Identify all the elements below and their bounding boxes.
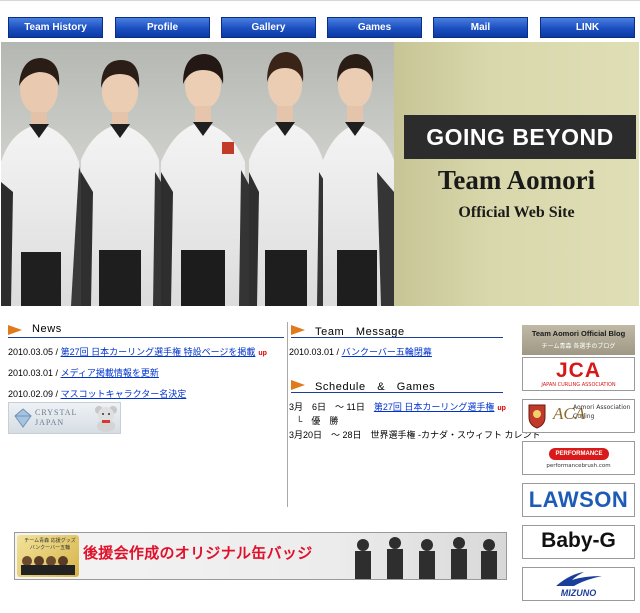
badge-thumbnail: チーム青森 応援グッズ バンクーバー五輪 xyxy=(17,535,79,577)
schedule-result: └ 優 勝 xyxy=(296,416,339,426)
going-beyond-box: GOING BEYOND xyxy=(404,115,636,159)
schedule-heading: Schedule & Games xyxy=(291,377,503,393)
up-badge: up xyxy=(258,350,267,357)
schedule-item: 3月 6日 ～ 11日 第27回 日本カーリング選手権 up xyxy=(289,402,506,412)
banner-headline: 後援会作成のオリジナル缶バッジ xyxy=(83,544,313,562)
jca-link[interactable]: JCA JAPAN CURLING ASSOCIATION xyxy=(522,357,635,391)
team-message-link[interactable]: バンクーバー五輪閉幕 xyxy=(342,347,432,357)
teddy-bear-icon xyxy=(95,406,117,432)
news-item: 2010.02.09 / マスコットキャラクター名決定 xyxy=(8,389,187,399)
babyg-link[interactable]: Baby-G xyxy=(522,525,635,559)
team-photo xyxy=(1,42,394,306)
can-badge-banner[interactable]: チーム青森 応援グッズ バンクーバー五輪 後援会作成のオリジナル缶バッジ xyxy=(14,532,507,580)
performance-link[interactable]: PERFORMANCE performancebrush.com xyxy=(522,441,635,475)
crystal-japan-banner[interactable]: CRYSTAL JAPAN xyxy=(8,402,121,434)
official-site-label: Official Web Site xyxy=(458,204,575,221)
team-message-heading: Team Message xyxy=(291,322,503,338)
mizuno-runbird-icon xyxy=(556,572,602,586)
up-badge: up xyxy=(497,405,506,412)
aca-crest-icon xyxy=(528,404,546,429)
news-item: 2010.03.01 / メディア掲載情報を更新 xyxy=(8,368,159,378)
team-message-item: 2010.03.01 / バンクーバー五輪閉幕 xyxy=(289,347,432,357)
going-beyond-text: GOING BEYOND xyxy=(426,124,614,150)
orange-arrow-icon xyxy=(291,380,305,390)
nav-games[interactable]: Games xyxy=(327,17,422,38)
crystal-icon xyxy=(14,408,32,428)
news-link[interactable]: マスコットキャラクター名決定 xyxy=(61,389,187,399)
column-divider xyxy=(287,322,288,507)
aca-link[interactable]: ACA Aomori Association Curling xyxy=(522,399,635,433)
team-badge-photo xyxy=(21,556,75,575)
news-link[interactable]: 第27回 日本カーリング選手権 特設ページを掲載 xyxy=(61,347,256,357)
news-underline xyxy=(8,337,284,338)
orange-arrow-icon xyxy=(291,325,305,335)
news-item: 2010.03.05 / 第27回 日本カーリング選手権 特設ページを掲載 up xyxy=(8,347,267,357)
banner-team-silhouettes xyxy=(355,537,497,579)
schedule-link[interactable]: 第27回 日本カーリング選手権 xyxy=(374,402,495,412)
nav-team-history[interactable]: Team History xyxy=(8,17,103,38)
news-link[interactable]: メディア掲載情報を更新 xyxy=(61,368,159,378)
orange-arrow-icon xyxy=(8,325,22,335)
nav-mail[interactable]: Mail xyxy=(433,17,528,38)
team-members-illustration xyxy=(1,52,394,306)
mizuno-link[interactable]: MIZUNO xyxy=(522,567,635,601)
main-nav: Team History Profile Gallery Games Mail … xyxy=(0,17,640,39)
team-message-underline xyxy=(291,337,503,338)
schedule-underline xyxy=(291,392,503,393)
hero-banner: GOING BEYOND Team Aomori Official Web Si… xyxy=(1,42,639,306)
nav-gallery[interactable]: Gallery xyxy=(221,17,316,38)
nav-link[interactable]: LINK xyxy=(540,17,635,38)
hero-title-panel: GOING BEYOND Team Aomori Official Web Si… xyxy=(394,42,639,306)
lawson-link[interactable]: LAWSON xyxy=(522,483,635,517)
crystal-text: CRYSTAL JAPAN xyxy=(35,408,78,427)
nav-profile[interactable]: Profile xyxy=(115,17,210,38)
top-divider xyxy=(0,0,640,1)
team-name: Team Aomori xyxy=(437,165,596,195)
news-heading: News xyxy=(8,322,284,338)
official-blog-link[interactable]: Team Aomori Official Blog チーム青森 各選手のブログ xyxy=(522,325,635,355)
schedule-item: 3月20日 ～ 28日 世界選手権 -カナダ・スウィフト カレント xyxy=(289,430,541,440)
